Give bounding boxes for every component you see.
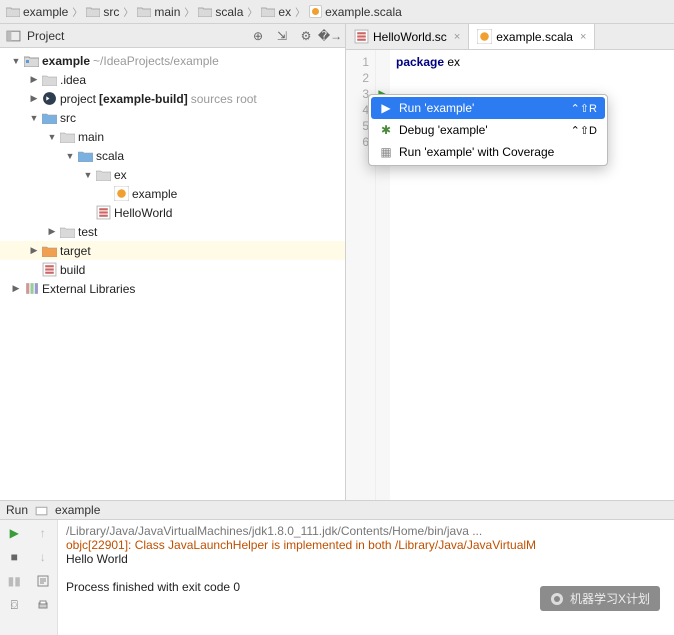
run-context-menu: ▶Run 'example'⌃⇧R✱Debug 'example'⌃⇧D▦Run… (368, 94, 608, 166)
tree-row[interactable]: ▶project [example-build] sources root (0, 89, 345, 108)
tree-row[interactable]: ▶External Libraries (0, 279, 345, 298)
tree-row[interactable]: ▼scala (0, 146, 345, 165)
project-icon (24, 54, 39, 68)
hide-icon[interactable]: �→ (321, 27, 339, 45)
tree-row[interactable]: ▼main (0, 127, 345, 146)
tree-expand-arrow[interactable]: ▼ (83, 170, 93, 180)
tree-expand-arrow[interactable]: ▼ (47, 132, 57, 142)
tree-expand-arrow[interactable]: ▶ (11, 283, 21, 294)
scala-ws-icon (96, 206, 111, 220)
tree-expand-arrow[interactable]: ▶ (47, 226, 57, 237)
folder-gray-icon (96, 168, 111, 182)
breadcrumb-item[interactable]: example (6, 5, 68, 19)
coverage-icon: ▦ (379, 145, 393, 159)
editor-pane: HelloWorld.sc×example.scala× 123456 ▶▶ p… (346, 24, 674, 500)
tree-row[interactable]: build (0, 260, 345, 279)
console-toolbar: ▶ ■ ▮▮ ⌼ ↑ ↓ (0, 520, 58, 635)
folder-icon (86, 6, 100, 17)
editor-tabs: HelloWorld.sc×example.scala× (346, 24, 674, 50)
tree-row[interactable]: ▶.idea (0, 70, 345, 89)
wrap-button[interactable] (34, 572, 52, 590)
folder-gray-icon (42, 73, 57, 87)
run-icon: ▶ (379, 101, 393, 115)
scala-ws-icon (42, 263, 57, 277)
tree-expand-arrow[interactable]: ▶ (29, 74, 39, 85)
watermark: 机器学习X计划 (540, 586, 660, 611)
print-button[interactable] (34, 596, 52, 614)
breadcrumb-item[interactable]: example.scala (309, 5, 402, 19)
tree-expand-arrow[interactable]: ▶ (29, 245, 39, 256)
tree-row[interactable]: ▶test (0, 222, 345, 241)
tree-expand-arrow[interactable]: ▶ (29, 93, 39, 104)
up-trace-button[interactable]: ↑ (34, 524, 52, 542)
dump-button[interactable]: ⌼ (5, 596, 23, 614)
run-config-icon (34, 503, 49, 517)
scala-ws-icon (354, 30, 369, 44)
scala-file-icon (309, 5, 322, 18)
folder-icon (198, 6, 212, 17)
breadcrumb-item[interactable]: scala (198, 5, 243, 19)
locate-icon[interactable]: ⊕ (249, 27, 267, 45)
project-tool-icon (6, 29, 21, 43)
folder-orange-icon (42, 244, 57, 258)
menu-item-debug[interactable]: ✱Debug 'example'⌃⇧D (371, 119, 605, 141)
run-tool-title: Run (6, 503, 28, 517)
folder-icon (6, 6, 20, 17)
breadcrumb-bar: example〉src〉main〉scala〉ex〉example.scala (0, 0, 674, 24)
expand-all-icon[interactable]: ⇲ (273, 27, 291, 45)
folder-gray-icon (60, 130, 75, 144)
menu-item-coverage[interactable]: ▦Run 'example' with Coverage (371, 141, 605, 163)
project-tree[interactable]: ▼example ~/IdeaProjects/example▶.idea▶pr… (0, 48, 345, 500)
tree-row[interactable]: ▼src (0, 108, 345, 127)
project-tool-window: Project ⊕ ⇲ ⚙ �→ ▼example ~/IdeaProjects… (0, 24, 346, 500)
rerun-button[interactable]: ▶ (5, 524, 23, 542)
tree-row[interactable]: ▼ex (0, 165, 345, 184)
scala-obj-icon (114, 187, 129, 201)
sbt-icon (42, 92, 57, 106)
breadcrumb-item[interactable]: main (137, 5, 180, 19)
console-output[interactable]: /Library/Java/JavaVirtualMachines/jdk1.8… (58, 520, 674, 635)
tree-expand-arrow[interactable]: ▼ (65, 151, 75, 161)
breadcrumb-item[interactable]: src (86, 5, 119, 19)
tree-row[interactable]: ▼example ~/IdeaProjects/example (0, 51, 345, 70)
folder-icon (137, 6, 151, 17)
libs-icon (24, 282, 39, 296)
gear-icon[interactable]: ⚙ (297, 27, 315, 45)
breadcrumb-item[interactable]: ex (261, 5, 291, 19)
tree-expand-arrow[interactable]: ▼ (29, 113, 39, 123)
tree-expand-arrow[interactable]: ▼ (11, 56, 21, 66)
menu-item-run[interactable]: ▶Run 'example'⌃⇧R (371, 97, 605, 119)
tree-row[interactable]: HelloWorld (0, 203, 345, 222)
folder-gray-icon (60, 225, 75, 239)
project-tool-title: Project (27, 29, 64, 43)
project-tool-header: Project ⊕ ⇲ ⚙ �→ (0, 24, 345, 48)
scala-obj-icon (477, 30, 492, 44)
folder-blue-icon (42, 111, 57, 125)
code-editor[interactable]: 123456 ▶▶ package exobject example exten… (346, 50, 674, 500)
pause-button[interactable]: ▮▮ (5, 572, 23, 590)
editor-tab[interactable]: example.scala× (469, 24, 595, 49)
close-tab-icon[interactable]: × (451, 31, 460, 43)
run-tool-header: Run example (0, 500, 674, 520)
close-tab-icon[interactable]: × (577, 31, 586, 43)
editor-tab[interactable]: HelloWorld.sc× (346, 24, 469, 49)
run-console: ▶ ■ ▮▮ ⌼ ↑ ↓ /Library/Java/JavaVirtualMa… (0, 520, 674, 635)
run-config-name: example (55, 503, 100, 517)
folder-icon (261, 6, 275, 17)
stop-button[interactable]: ■ (5, 548, 23, 566)
down-trace-button[interactable]: ↓ (34, 548, 52, 566)
tree-row[interactable]: ▶target (0, 241, 345, 260)
debug-icon: ✱ (379, 123, 393, 137)
folder-blue-icon (78, 149, 93, 163)
tree-row[interactable]: example (0, 184, 345, 203)
